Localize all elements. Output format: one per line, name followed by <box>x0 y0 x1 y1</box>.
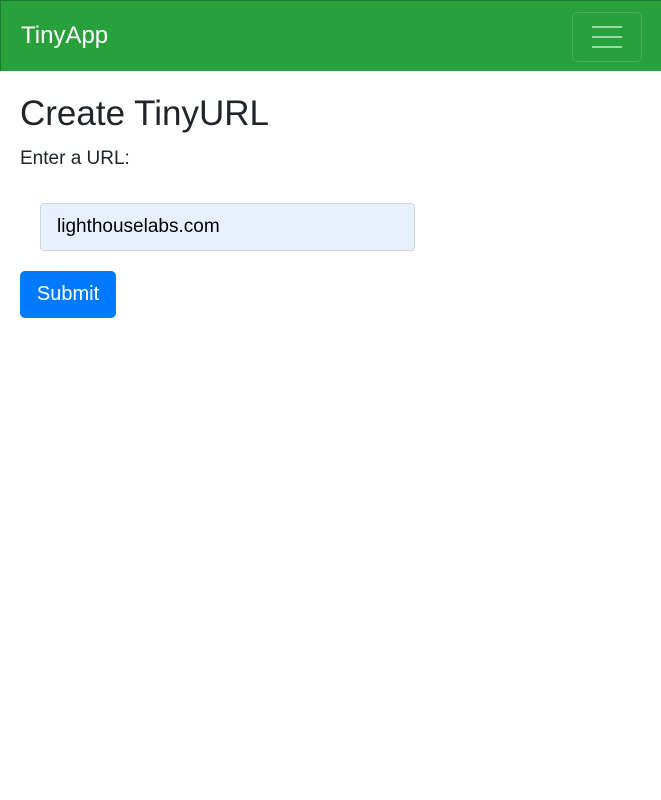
navbar-toggle-button[interactable] <box>572 12 642 62</box>
url-prompt-label: Enter a URL: <box>20 148 130 169</box>
brand-link[interactable]: TinyApp <box>21 21 108 51</box>
navbar: TinyApp <box>0 0 661 71</box>
page-title: Create TinyURL <box>20 94 269 133</box>
hamburger-menu-icon <box>592 26 622 48</box>
url-input[interactable] <box>40 203 415 251</box>
submit-button[interactable]: Submit <box>20 271 116 318</box>
